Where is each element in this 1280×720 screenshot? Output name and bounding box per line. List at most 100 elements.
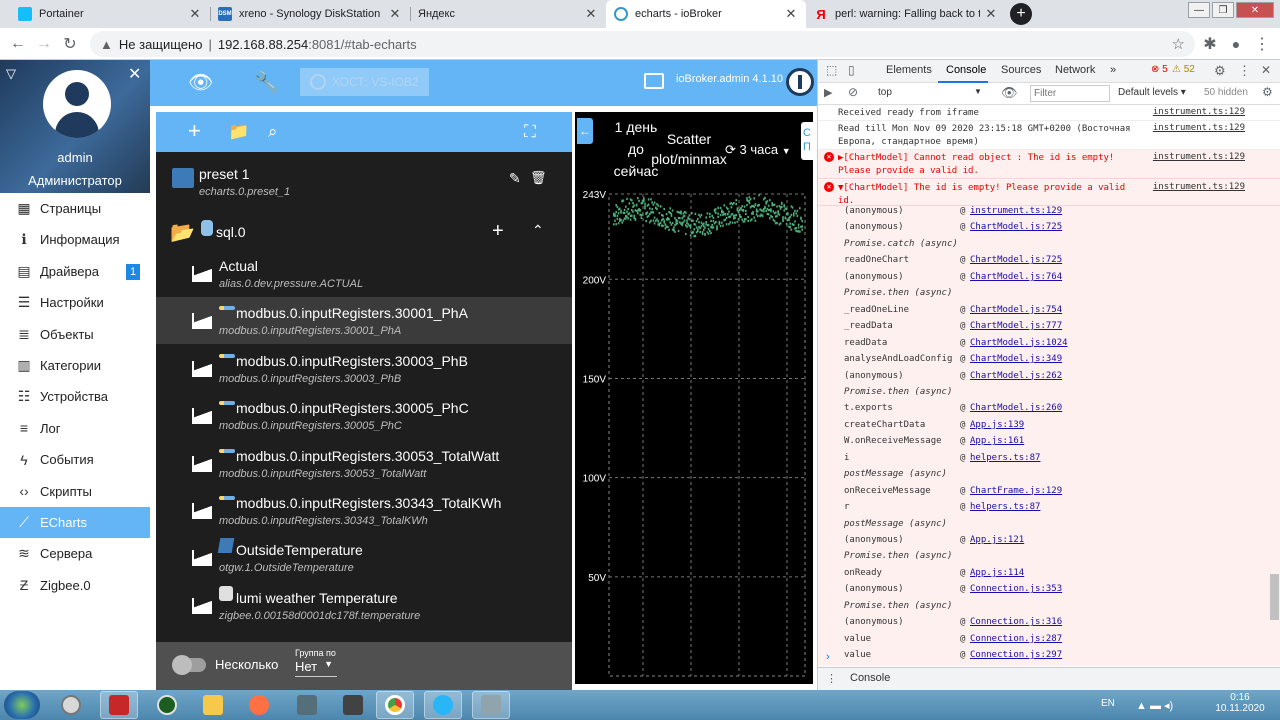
message-source-link[interactable]: instrument.ts:129 (1153, 123, 1245, 133)
close-icon[interactable]: ✕ (584, 6, 598, 22)
gear-icon[interactable]: ⚙ (1262, 85, 1273, 99)
more-tabs-icon[interactable]: » (1110, 64, 1116, 76)
maximize-button[interactable]: ❐ (1212, 2, 1234, 18)
language-indicator[interactable]: EN (1101, 698, 1115, 709)
sidebar-item[interactable]: ☷ Устройства (0, 381, 150, 412)
preset-item[interactable]: preset 1 echarts.0.preset_1 ✎ 🗑 (156, 156, 572, 206)
collapse-button[interactable]: ← (577, 118, 593, 144)
levels-select[interactable]: Default levels ▾ (1118, 87, 1186, 98)
reload-icon[interactable]: ↻ (60, 34, 80, 54)
extensions-icon[interactable]: ✱ (1200, 34, 1220, 54)
stack-link[interactable]: ChartModel.js:764 (970, 272, 1062, 282)
sidebar-item[interactable]: ▤ Драйвера 1 (0, 256, 150, 287)
stack-link[interactable]: Connection.js:353 (970, 584, 1062, 594)
folder-item[interactable]: 📂 sql.0 + ⌃ (156, 212, 572, 254)
window-icon[interactable] (644, 73, 664, 89)
stack-link[interactable]: Connection.js:297 (970, 650, 1062, 660)
stack-link[interactable]: ChartModel.js:1024 (970, 338, 1068, 348)
add-icon[interactable]: + (188, 118, 201, 144)
message-source-link[interactable]: instrument.ts:129 (1153, 107, 1245, 117)
tab-console[interactable]: Console (946, 64, 986, 76)
taskbar-app[interactable] (100, 691, 138, 719)
taskbar-app[interactable] (288, 691, 326, 719)
context-select[interactable]: top ▼ (878, 87, 988, 98)
browser-tab[interactable]: Portainer ✕ (10, 0, 210, 28)
message-source-link[interactable]: instrument.ts:129 (1153, 182, 1245, 192)
forward-icon[interactable]: → (34, 34, 54, 54)
tree-item[interactable]: modbus.0.inputRegisters.30001_PhA modbus.… (156, 297, 572, 345)
console-message[interactable]: Received ready from iframe instrument.ts:… (818, 105, 1280, 121)
console-message[interactable]: ✕ ▶[ChartModel] Cannot read object : The … (818, 150, 1280, 179)
sidebar-item[interactable]: ≋ Сервера (0, 538, 150, 569)
new-tab-button[interactable]: + (1010, 3, 1032, 25)
close-window-button[interactable]: ✕ (1236, 2, 1274, 18)
browser-tab[interactable]: Яндекс ✕ (410, 0, 606, 28)
tab-sources[interactable]: Sources (1001, 64, 1041, 76)
chevron-up-icon[interactable]: ⌃ (532, 222, 544, 239)
sidebar-item[interactable]: ϟ События (0, 444, 150, 475)
inspect-icon[interactable]: ⬚ (826, 63, 837, 77)
warning-count[interactable]: ⚠ 52 (1172, 64, 1195, 75)
filter-input[interactable] (1030, 85, 1110, 102)
delete-icon[interactable]: 🗑 (530, 170, 547, 186)
tab-elements[interactable]: Elements (886, 64, 932, 76)
close-icon[interactable]: ✕ (188, 6, 202, 22)
host-selector[interactable]: ХОСТ: VS-IOB2 (300, 68, 429, 96)
error-count[interactable]: ⊗ 5 (1151, 64, 1168, 75)
tray-icons[interactable]: ▲ ▬ ◂) (1136, 699, 1173, 712)
security-label[interactable]: Не защищено (119, 37, 203, 52)
stack-link[interactable]: ChartFrame.js:129 (970, 486, 1062, 496)
stack-link[interactable]: ChartModel.js:754 (970, 305, 1062, 315)
stack-link[interactable]: Connection.js:287 (970, 634, 1062, 644)
taskbar-app[interactable] (240, 691, 278, 719)
close-icon[interactable]: ✕ (784, 6, 798, 22)
stack-link[interactable]: helpers.ts:87 (970, 453, 1040, 463)
drawer-tab-console[interactable]: Console (850, 672, 890, 684)
sidebar-item[interactable]: ≣ Объекты (0, 319, 150, 350)
sidebar-item[interactable]: ▥ Категории (0, 350, 150, 381)
kebab-icon[interactable]: ⋮ (826, 672, 837, 685)
sidebar-item[interactable]: ℹ Информация (0, 224, 150, 255)
close-icon[interactable]: ✕ (128, 64, 141, 84)
close-icon[interactable]: ✕ (388, 6, 402, 22)
close-icon[interactable]: ✕ (984, 6, 998, 22)
dropdown-icon[interactable]: ▽ (6, 66, 16, 82)
browser-tab-active[interactable]: echarts - ioBroker ✕ (606, 0, 806, 28)
browser-tab[interactable]: DSM xreno - Synology DiskStation ✕ (210, 0, 410, 28)
address-bar[interactable]: ▲ Не защищено | 192.168.88.254:8081/#tab… (90, 31, 1195, 57)
sidebar-item[interactable]: ⟋ ECharts (0, 507, 150, 538)
clock[interactable]: 0:16 10.11.2020 (1210, 692, 1270, 714)
multiple-toggle[interactable] (172, 655, 206, 675)
stack-link[interactable]: App.js:114 (970, 568, 1024, 578)
minimize-button[interactable]: — (1188, 2, 1210, 18)
message-source-link[interactable]: instrument.ts:129 (1153, 152, 1245, 162)
console-message[interactable]: ✕ ▼[ChartModel] The id is empty! Please p… (818, 180, 1280, 206)
sidebar-toggle-icon[interactable]: ▶ (824, 86, 832, 99)
clear-icon[interactable]: ⊘ (848, 85, 858, 99)
add-icon[interactable]: + (492, 220, 504, 243)
console-message[interactable]: Read till Mon Nov 09 2020 23:15:18 GMT+0… (818, 121, 1280, 150)
stack-link[interactable]: ChartModel.js:725 (970, 255, 1062, 265)
start-button[interactable] (4, 691, 40, 719)
profile-icon[interactable]: ● (1226, 34, 1246, 54)
tree-item[interactable]: Actual alias.0.dev.pressure.ACTUAL (156, 250, 572, 297)
search-icon[interactable]: ⌕ (268, 122, 278, 142)
side-tab[interactable]: C П (801, 122, 813, 160)
wrench-icon[interactable]: 🔧 (254, 70, 279, 95)
group-select[interactable]: Нет ▼ (295, 659, 337, 677)
tab-network[interactable]: Network (1055, 64, 1095, 76)
taskbar-app[interactable] (194, 691, 232, 719)
stack-link[interactable]: ChartModel.js:262 (970, 371, 1062, 381)
sidebar-item[interactable]: ▦ Страницы (0, 193, 150, 224)
stack-link[interactable]: instrument.ts:129 (970, 206, 1062, 216)
browser-tab[interactable]: Я perl: warning: Falling back to the ✕ (806, 0, 1006, 28)
taskbar-app[interactable] (52, 691, 90, 719)
taskbar-app[interactable] (424, 691, 462, 719)
sidebar-item[interactable]: ≡ Лог (0, 413, 150, 444)
stack-link[interactable]: App.js:121 (970, 535, 1024, 545)
fullscreen-icon[interactable]: ⛶ (524, 122, 536, 142)
back-icon[interactable]: ← (8, 34, 28, 54)
tree-item[interactable]: modbus.0.inputRegisters.30003_PhB modbus.… (156, 345, 572, 392)
stack-link[interactable]: ChartModel.js:725 (970, 222, 1062, 232)
taskbar-app[interactable] (334, 691, 372, 719)
